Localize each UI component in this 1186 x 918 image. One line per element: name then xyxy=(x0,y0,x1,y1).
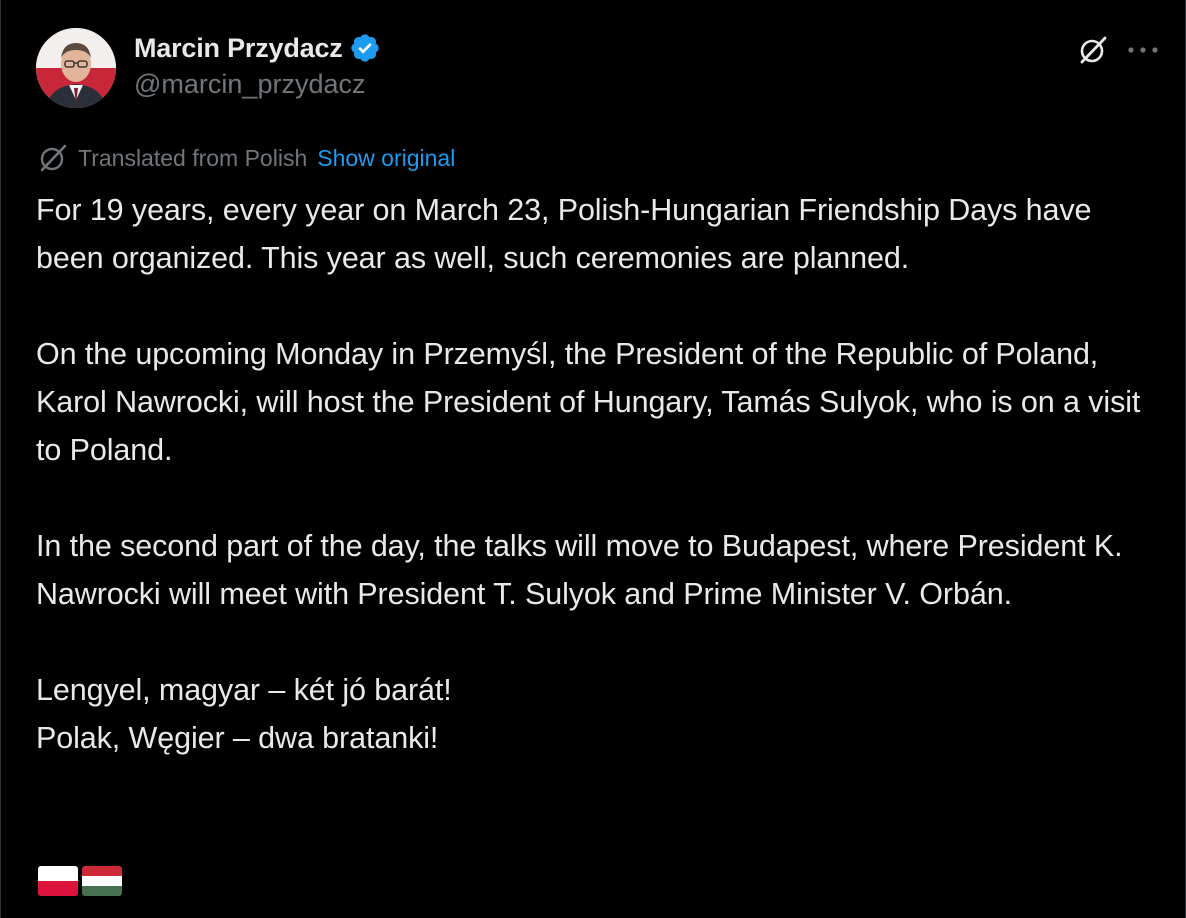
tweet-header: Marcin Przydacz @marcin_przydacz xyxy=(36,28,1165,108)
translation-label: Translated from Polish xyxy=(78,144,308,171)
name-row: Marcin Przydacz xyxy=(134,31,381,65)
author-display-name[interactable]: Marcin Przydacz xyxy=(134,33,343,64)
tweet-text: For 19 years, every year on March 23, Po… xyxy=(36,186,1166,810)
verified-badge-icon[interactable] xyxy=(349,32,381,64)
flag-stripe xyxy=(82,886,122,896)
tweet-card: Marcin Przydacz @marcin_przydacz Transla… xyxy=(0,0,1186,918)
avatar[interactable] xyxy=(36,28,116,108)
grok-translate-icon xyxy=(36,141,70,175)
more-options-icon[interactable] xyxy=(1121,28,1165,72)
translation-notice: Translated from Polish Show original xyxy=(36,142,455,174)
paragraph-1: For 19 years, every year on March 23, Po… xyxy=(36,193,1092,275)
paragraph-4: Lengyel, magyar – két jó barát! Polak, W… xyxy=(36,673,452,755)
grok-icon[interactable] xyxy=(1071,28,1115,72)
poland-flag-emoji xyxy=(38,866,78,896)
author-info: Marcin Przydacz @marcin_przydacz xyxy=(134,31,381,100)
flag-stripe xyxy=(38,881,78,896)
hungary-flag-emoji xyxy=(82,866,122,896)
top-actions xyxy=(1071,28,1165,72)
flag-emojis xyxy=(38,866,122,896)
flag-stripe xyxy=(82,876,122,886)
author-handle[interactable]: @marcin_przydacz xyxy=(134,69,381,100)
flag-stripe xyxy=(38,866,78,881)
flag-stripe xyxy=(82,866,122,876)
paragraph-2: On the upcoming Monday in Przemyśl, the … xyxy=(36,337,1141,467)
paragraph-3: In the second part of the day, the talks… xyxy=(36,529,1123,611)
show-original-link[interactable]: Show original xyxy=(317,145,455,172)
